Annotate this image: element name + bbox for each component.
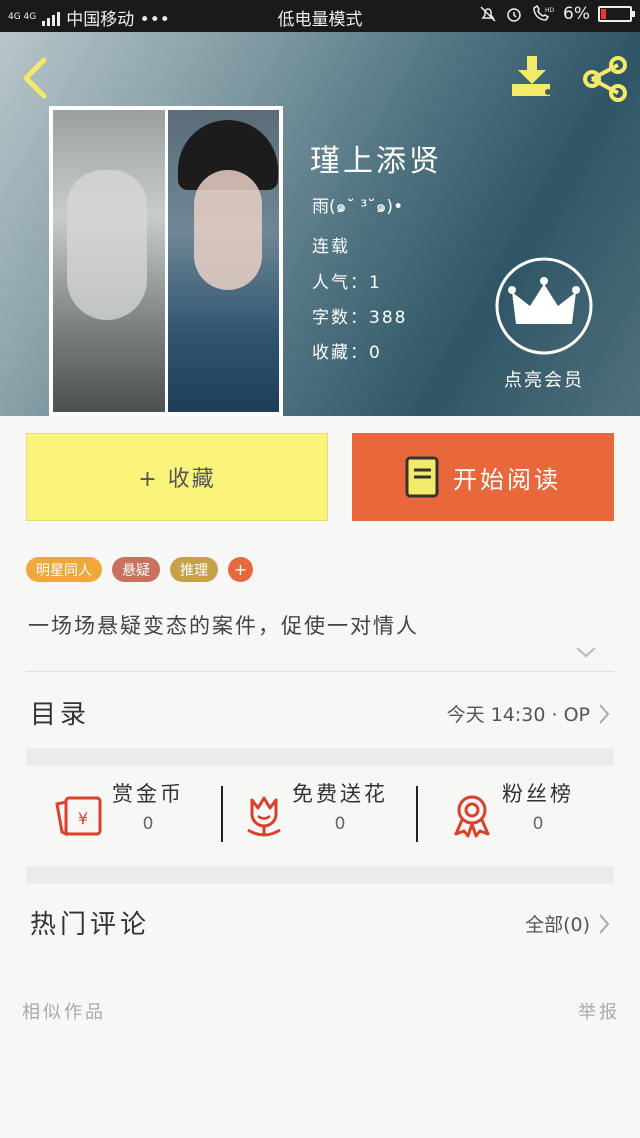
download-button[interactable] — [508, 54, 558, 100]
report-link[interactable]: 举报 — [578, 998, 620, 1024]
divider — [416, 786, 418, 842]
chevron-down-icon[interactable] — [574, 644, 598, 660]
stat-label: 粉丝榜 — [502, 782, 574, 806]
similar-works-link[interactable]: 相似作品 — [22, 998, 106, 1024]
battery-percent: 6% — [563, 4, 590, 24]
popularity-row: 人气：1 — [312, 273, 382, 293]
favorites-value: 0 — [369, 343, 382, 363]
book-icon — [405, 456, 439, 498]
stats-row: ¥ 赏金币 0 免费送花 0 粉丝榜 0 — [26, 778, 614, 858]
start-reading-button[interactable]: 开始阅读 — [352, 433, 614, 521]
flower-icon — [247, 796, 281, 837]
tip-coins[interactable]: ¥ 赏金币 0 — [54, 778, 184, 858]
word-count-value: 388 — [369, 308, 408, 328]
book-title: 瑾上添贤 — [310, 144, 442, 179]
cover-photo-right — [167, 110, 279, 412]
section-band — [26, 866, 614, 884]
back-button[interactable] — [18, 56, 52, 100]
fan-ranking[interactable]: 粉丝榜 0 — [450, 778, 574, 858]
hd-call-icon: HD — [533, 5, 555, 21]
stat-value: 0 — [334, 814, 346, 834]
divider — [221, 786, 223, 842]
stat-label: 免费送花 — [292, 782, 388, 806]
book-status: 连载 — [312, 237, 350, 257]
medal-icon — [454, 795, 490, 838]
divider — [26, 671, 614, 672]
word-count-row: 字数：388 — [312, 308, 408, 328]
stat-value: 0 — [142, 814, 154, 834]
tag-list: 明星同人 悬疑 推理 + — [26, 557, 253, 582]
book-header: 瑾上添贤 雨(๑˘ ³˘๑)• 连载 人气：1 字数：388 收藏：0 点亮会员 — [0, 32, 640, 416]
add-tag-button[interactable]: + — [228, 557, 253, 582]
tag-item[interactable]: 明星同人 — [26, 557, 102, 582]
catalog-title[interactable]: 目录 — [30, 694, 90, 731]
status-bar: 4G 4G 中国移动 ••• 低电量模式 HD 6% — [0, 0, 640, 32]
book-description: 一场场悬疑变态的案件，促使一对情人 — [28, 614, 419, 638]
battery-icon — [598, 6, 635, 22]
svg-text:HD: HD — [545, 7, 555, 14]
cover-photo-left — [53, 110, 165, 412]
book-author[interactable]: 雨(๑˘ ³˘๑)• — [312, 192, 403, 220]
mute-icon — [480, 6, 496, 22]
favorites-row: 收藏：0 — [312, 343, 382, 363]
popularity-value: 1 — [369, 273, 382, 293]
chevron-right-icon — [599, 913, 610, 934]
catalog-updated: 今天 14:30 · OP — [446, 704, 590, 726]
hot-comments-title: 热门评论 — [30, 910, 151, 940]
send-flower[interactable]: 免费送花 0 — [244, 778, 388, 858]
tag-item[interactable]: 悬疑 — [112, 557, 160, 582]
collect-button[interactable]: + 收藏 — [26, 433, 328, 521]
red-envelope-icon: ¥ — [55, 796, 102, 837]
alarm-icon — [507, 8, 521, 22]
start-reading-label: 开始阅读 — [453, 465, 561, 494]
stat-value: 0 — [532, 814, 544, 834]
all-comments-link[interactable]: 全部(0) — [525, 910, 610, 937]
all-comments-label: 全部(0) — [525, 914, 590, 936]
tag-item[interactable]: 推理 — [170, 557, 218, 582]
catalog-link[interactable]: 今天 14:30 · OP — [447, 700, 610, 727]
svg-text:¥: ¥ — [78, 809, 88, 828]
stat-label: 赏金币 — [112, 782, 184, 806]
chevron-right-icon — [599, 703, 610, 724]
book-cover — [49, 106, 283, 416]
crown-icon[interactable] — [494, 256, 594, 356]
share-button[interactable] — [580, 54, 630, 104]
vip-label[interactable]: 点亮会员 — [494, 366, 594, 392]
section-band — [26, 748, 614, 766]
